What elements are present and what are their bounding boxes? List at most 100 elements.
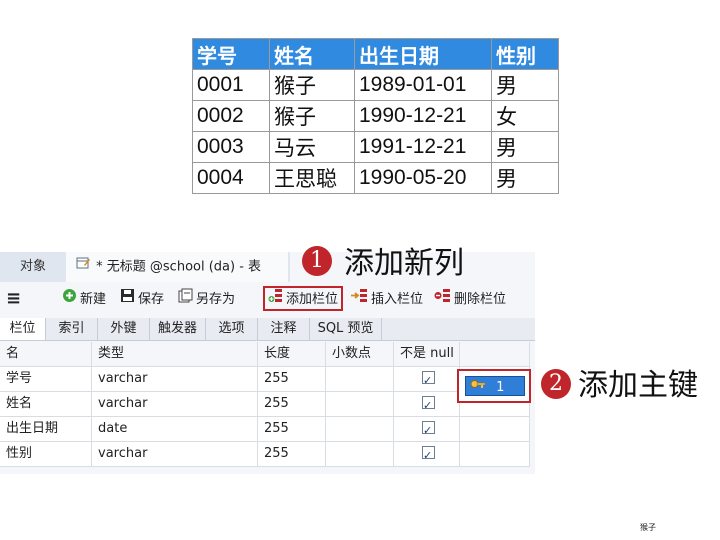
field-length[interactable]: 255 bbox=[258, 392, 326, 416]
field-decimals[interactable] bbox=[326, 442, 394, 466]
field-not-null[interactable] bbox=[394, 442, 460, 466]
insert-field-button[interactable]: 插入栏位 bbox=[351, 288, 423, 310]
field-not-null[interactable] bbox=[394, 392, 460, 416]
save-label: 保存 bbox=[138, 292, 165, 307]
key-icon bbox=[470, 377, 486, 397]
table-row: 0003 马云 1991-12-21 男 bbox=[192, 131, 559, 163]
insert-field-icon bbox=[351, 288, 368, 311]
cell-gender: 男 bbox=[491, 162, 559, 194]
header-id: 学号 bbox=[192, 38, 270, 70]
header-name: 姓名 bbox=[269, 38, 355, 70]
cell-birthdate: 1990-12-21 bbox=[354, 100, 492, 132]
save-as-label: 另存为 bbox=[196, 292, 236, 307]
field-type[interactable]: varchar bbox=[92, 392, 258, 416]
cell-birthdate: 1991-12-21 bbox=[354, 131, 492, 163]
field-name[interactable]: 性别 bbox=[0, 442, 92, 466]
cell-name: 猴子 bbox=[269, 100, 355, 132]
header-gender: 性别 bbox=[491, 38, 559, 70]
field-length[interactable]: 255 bbox=[258, 367, 326, 391]
field-type[interactable]: varchar bbox=[92, 367, 258, 391]
save-as-icon bbox=[178, 288, 193, 311]
grid-header-row: 名 类型 长度 小数点 不是 null bbox=[0, 342, 530, 367]
cell-gender: 男 bbox=[491, 69, 559, 101]
save-button[interactable]: 保存 bbox=[120, 288, 164, 310]
header-birthdate: 出生日期 bbox=[354, 38, 492, 70]
tab-bar: 对象 * 无标题 @school (da) - 表 bbox=[0, 252, 290, 282]
save-as-button[interactable]: 另存为 bbox=[178, 288, 235, 310]
field-not-null[interactable] bbox=[394, 417, 460, 441]
new-button[interactable]: 新建 bbox=[62, 288, 106, 310]
not-null-checkbox[interactable] bbox=[422, 369, 435, 391]
col-length: 长度 bbox=[258, 342, 326, 366]
cell-id: 0004 bbox=[192, 162, 270, 194]
cell-id: 0003 bbox=[192, 131, 270, 163]
primary-key-highlight-box: 1 bbox=[457, 369, 531, 403]
field-type[interactable]: varchar bbox=[92, 442, 258, 466]
field-key[interactable] bbox=[460, 417, 530, 441]
table-header-row: 学号 姓名 出生日期 性别 bbox=[192, 38, 559, 70]
cell-name: 王思聪 bbox=[269, 162, 355, 194]
menu-icon[interactable]: ≡ bbox=[6, 288, 21, 310]
cell-gender: 男 bbox=[491, 131, 559, 163]
primary-key-cell[interactable]: 1 bbox=[465, 376, 525, 396]
add-field-highlight-box bbox=[263, 286, 343, 311]
table-row: 0002 猴子 1990-12-21 女 bbox=[192, 100, 559, 132]
field-name[interactable]: 出生日期 bbox=[0, 417, 92, 441]
field-decimals[interactable] bbox=[326, 392, 394, 416]
field-name[interactable]: 学号 bbox=[0, 367, 92, 391]
tab-fields[interactable]: 栏位 bbox=[0, 318, 46, 340]
student-table: 学号 姓名 出生日期 性别 0001 猴子 1989-01-01 男 0002 … bbox=[192, 38, 559, 194]
save-icon bbox=[120, 288, 135, 311]
cell-name: 猴子 bbox=[269, 69, 355, 101]
not-null-checkbox[interactable] bbox=[422, 394, 435, 416]
delete-field-icon bbox=[434, 288, 451, 311]
table-design-icon bbox=[76, 252, 90, 282]
cell-birthdate: 1990-05-20 bbox=[354, 162, 492, 194]
cell-gender: 女 bbox=[491, 100, 559, 132]
footer-note: 猴子 bbox=[640, 523, 656, 532]
tab-triggers[interactable]: 触发器 bbox=[150, 318, 206, 340]
step1-text: 添加新列 bbox=[344, 246, 464, 281]
tab-sql-preview[interactable]: SQL 预览 bbox=[310, 318, 382, 340]
field-row[interactable]: 出生日期 date 255 bbox=[0, 417, 530, 442]
col-key bbox=[460, 342, 530, 366]
table-row: 0004 王思聪 1990-05-20 男 bbox=[192, 162, 559, 194]
tab-indexes[interactable]: 索引 bbox=[46, 318, 98, 340]
cell-id: 0002 bbox=[192, 100, 270, 132]
tab-untitled-table-label: * 无标题 @school (da) - 表 bbox=[96, 259, 262, 275]
tab-objects[interactable]: 对象 bbox=[0, 252, 66, 282]
col-decimals: 小数点 bbox=[326, 342, 394, 366]
col-type: 类型 bbox=[92, 342, 258, 366]
field-length[interactable]: 255 bbox=[258, 417, 326, 441]
step2-text: 添加主键 bbox=[578, 368, 698, 403]
field-row[interactable]: 姓名 varchar 255 bbox=[0, 392, 530, 417]
delete-field-button[interactable]: 删除栏位 bbox=[434, 288, 506, 310]
tab-comment[interactable]: 注释 bbox=[258, 318, 310, 340]
tab-options[interactable]: 选项 bbox=[206, 318, 258, 340]
tab-foreign-keys[interactable]: 外键 bbox=[98, 318, 150, 340]
field-decimals[interactable] bbox=[326, 367, 394, 391]
field-decimals[interactable] bbox=[326, 417, 394, 441]
not-null-checkbox[interactable] bbox=[422, 419, 435, 441]
primary-key-index: 1 bbox=[496, 379, 505, 395]
table-designer-window: 对象 * 无标题 @school (da) - 表 ≡ 新建 保存 另存为 添加… bbox=[0, 252, 535, 474]
toolbar: ≡ 新建 保存 另存为 添加栏位 插入栏位 删除栏位 bbox=[0, 284, 535, 314]
tab-untitled-table[interactable]: * 无标题 @school (da) - 表 bbox=[66, 252, 288, 282]
cell-name: 马云 bbox=[269, 131, 355, 163]
cell-birthdate: 1989-01-01 bbox=[354, 69, 492, 101]
designer-subtabs: 栏位 索引 外键 触发器 选项 注释 SQL 预览 bbox=[0, 318, 535, 341]
field-not-null[interactable] bbox=[394, 367, 460, 391]
new-label: 新建 bbox=[80, 292, 107, 307]
field-key[interactable] bbox=[460, 442, 530, 466]
field-length[interactable]: 255 bbox=[258, 442, 326, 466]
col-not-null: 不是 null bbox=[394, 342, 460, 366]
col-name: 名 bbox=[0, 342, 92, 366]
cell-id: 0001 bbox=[192, 69, 270, 101]
field-type[interactable]: date bbox=[92, 417, 258, 441]
field-name[interactable]: 姓名 bbox=[0, 392, 92, 416]
field-row[interactable]: 性别 varchar 255 bbox=[0, 442, 530, 467]
insert-field-label: 插入栏位 bbox=[371, 292, 424, 307]
not-null-checkbox[interactable] bbox=[422, 444, 435, 466]
table-row: 0001 猴子 1989-01-01 男 bbox=[192, 69, 559, 101]
field-row[interactable]: 学号 varchar 255 bbox=[0, 367, 530, 392]
